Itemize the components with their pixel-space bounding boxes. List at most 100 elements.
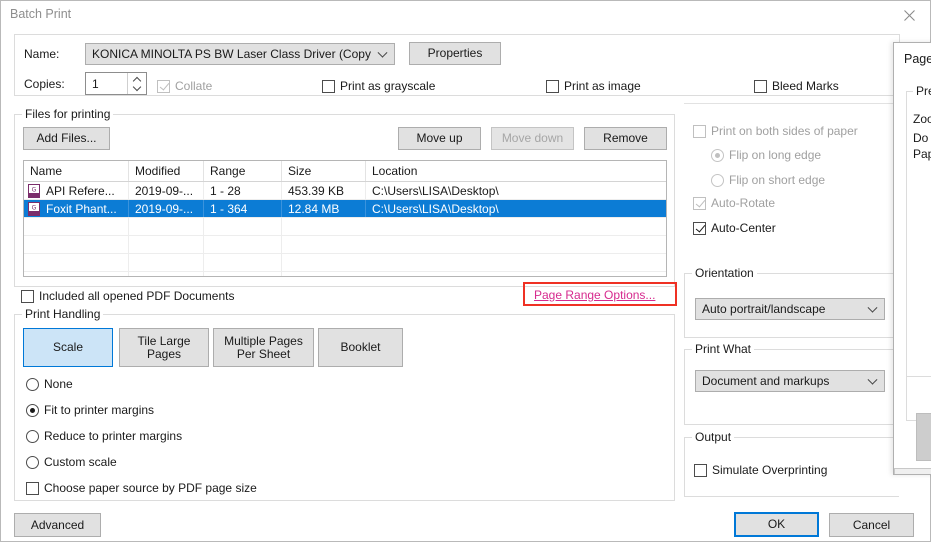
radio-circle	[711, 148, 724, 162]
auto-rotate-checkbox[interactable]: Auto-Rotate	[693, 196, 775, 210]
copies-stepper[interactable]: 1	[85, 72, 147, 95]
flip-short-edge-radio[interactable]: Flip on short edge	[711, 173, 825, 187]
output-group: Output Simulate Overprinting	[684, 430, 899, 497]
collate-label: Collate	[175, 79, 213, 93]
radio-circle	[26, 429, 39, 443]
column-header-modified[interactable]: Modified	[129, 161, 204, 181]
remove-button[interactable]: Remove	[584, 127, 667, 150]
print-both-sides-checkbox[interactable]: Print on both sides of paper	[693, 124, 858, 138]
column-header-range[interactable]: Range	[204, 161, 282, 181]
advanced-button[interactable]: Advanced	[14, 513, 101, 537]
table-row-empty[interactable]	[24, 254, 666, 272]
simulate-overprinting-checkbox[interactable]: Simulate Overprinting	[694, 463, 827, 477]
chevron-down-icon	[869, 304, 877, 312]
tab-tile-large-pages-label: Tile Large Pages	[137, 333, 191, 361]
cell-modified: 2019-09-...	[129, 200, 204, 217]
stepper-up-icon[interactable]	[133, 77, 142, 82]
print-what-group-label: Print What	[692, 342, 755, 356]
flip-long-edge-label: Flip on long edge	[729, 148, 822, 162]
tab-booklet[interactable]: Booklet	[318, 328, 403, 367]
tab-scale[interactable]: Scale	[23, 328, 113, 367]
cell-location: C:\Users\LISA\Desktop\	[372, 201, 499, 216]
scale-option-none[interactable]: None	[26, 377, 73, 391]
page-range-options-link[interactable]: Page Range Options...	[534, 288, 655, 302]
ok-button[interactable]: OK	[734, 512, 819, 537]
column-header-name[interactable]: Name	[24, 161, 129, 181]
flip-long-edge-radio[interactable]: Flip on long edge	[711, 148, 821, 162]
collate-checkbox[interactable]: Collate	[157, 79, 212, 93]
batch-print-dialog: Batch Print Name: KONICA MINOLTA PS BW L…	[0, 0, 931, 542]
column-header-location[interactable]: Location	[366, 161, 666, 181]
radio-circle	[26, 377, 39, 391]
cell-size: 453.39 KB	[282, 182, 366, 199]
include-all-pdfs-checkbox[interactable]: Included all opened PDF Documents	[21, 289, 234, 303]
orientation-group: Orientation Auto portrait/landscape	[684, 266, 899, 338]
right-panel-top-divider	[684, 103, 899, 104]
scale-option-none-label: None	[44, 377, 73, 391]
scale-option-reduce-label: Reduce to printer margins	[44, 429, 183, 443]
orientation-value: Auto portrait/landscape	[702, 302, 826, 316]
scale-option-fit-to-printer-margins[interactable]: Fit to printer margins	[26, 403, 154, 417]
bleed-marks-label: Bleed Marks	[772, 79, 839, 93]
files-list-header: Name Modified Range Size Location	[24, 161, 666, 182]
print-what-select[interactable]: Document and markups	[695, 370, 885, 392]
print-as-image-label: Print as image	[564, 79, 641, 93]
table-row[interactable]: G Foxit Phant... 2019-09-... 1 - 364 12.…	[24, 200, 666, 218]
printer-select[interactable]: KONICA MINOLTA PS BW Laser Class Driver …	[85, 43, 395, 65]
cell-name-text: API Refere...	[46, 183, 115, 198]
auto-center-checkbox[interactable]: Auto-Center	[693, 221, 776, 235]
overlay-line-paper: Pap	[913, 147, 931, 161]
table-row-empty[interactable]	[24, 236, 666, 254]
copies-label: Copies:	[24, 77, 65, 91]
stepper-down-icon[interactable]	[133, 85, 142, 90]
printer-group: Name: KONICA MINOLTA PS BW Laser Class D…	[14, 34, 900, 96]
overlay-scrollbar-thumb[interactable]	[916, 413, 931, 461]
tab-scale-label: Scale	[52, 340, 84, 354]
copies-value: 1	[92, 76, 99, 91]
flip-short-edge-label: Flip on short edge	[729, 173, 826, 187]
files-for-printing-group: Files for printing Add Files... Move up …	[14, 107, 675, 287]
properties-button[interactable]: Properties	[409, 42, 501, 65]
spinner-arrows[interactable]	[127, 73, 146, 94]
scale-option-reduce-to-printer-margins[interactable]: Reduce to printer margins	[26, 429, 182, 443]
scale-option-custom-label: Custom scale	[44, 455, 117, 469]
print-as-grayscale-label: Print as grayscale	[340, 79, 436, 93]
files-list[interactable]: Name Modified Range Size Location G API …	[23, 160, 667, 277]
close-icon[interactable]	[894, 4, 924, 26]
files-group-label: Files for printing	[22, 107, 114, 121]
checkbox-box	[693, 124, 706, 138]
tab-tile-large-pages[interactable]: Tile Large Pages	[119, 328, 209, 367]
cell-name: G Foxit Phant...	[24, 200, 129, 217]
choose-paper-source-checkbox[interactable]: Choose paper source by PDF page size	[26, 481, 257, 495]
print-what-value: Document and markups	[702, 374, 830, 388]
tab-multiple-pages-per-sheet-label: Multiple Pages Per Sheet	[224, 333, 303, 361]
radio-circle	[711, 173, 724, 187]
move-up-button[interactable]: Move up	[398, 127, 481, 150]
print-both-sides-label: Print on both sides of paper	[711, 124, 858, 138]
checkbox-box	[157, 79, 170, 93]
cell-name-text: Foxit Phant...	[46, 201, 117, 216]
table-row[interactable]: G API Refere... 2019-09-... 1 - 28 453.3…	[24, 182, 666, 200]
checkbox-box	[546, 79, 559, 93]
table-row-empty[interactable]	[24, 218, 666, 236]
orientation-group-label: Orientation	[692, 266, 757, 280]
bleed-marks-checkbox[interactable]: Bleed Marks	[754, 79, 839, 93]
cell-range: 1 - 364	[204, 200, 282, 217]
orientation-select[interactable]: Auto portrait/landscape	[695, 298, 885, 320]
page-setup-overlay-dialog[interactable]: Page Pre Zoo Do Pap	[893, 42, 931, 475]
printer-select-value: KONICA MINOLTA PS BW Laser Class Driver …	[92, 47, 371, 61]
table-row-empty[interactable]	[24, 272, 666, 276]
checkbox-box	[693, 196, 706, 210]
tab-booklet-label: Booklet	[340, 340, 381, 354]
add-files-button[interactable]: Add Files...	[23, 127, 110, 150]
cancel-button[interactable]: Cancel	[829, 513, 914, 537]
radio-circle	[26, 403, 39, 417]
radio-circle	[26, 455, 39, 469]
overlay-line-document: Do	[913, 131, 929, 145]
batch-print-screen: Batch Print Name: KONICA MINOLTA PS BW L…	[0, 0, 931, 542]
print-as-grayscale-checkbox[interactable]: Print as grayscale	[322, 79, 435, 93]
column-header-size[interactable]: Size	[282, 161, 366, 181]
scale-option-custom-scale[interactable]: Custom scale	[26, 455, 117, 469]
print-as-image-checkbox[interactable]: Print as image	[546, 79, 641, 93]
tab-multiple-pages-per-sheet[interactable]: Multiple Pages Per Sheet	[213, 328, 314, 367]
